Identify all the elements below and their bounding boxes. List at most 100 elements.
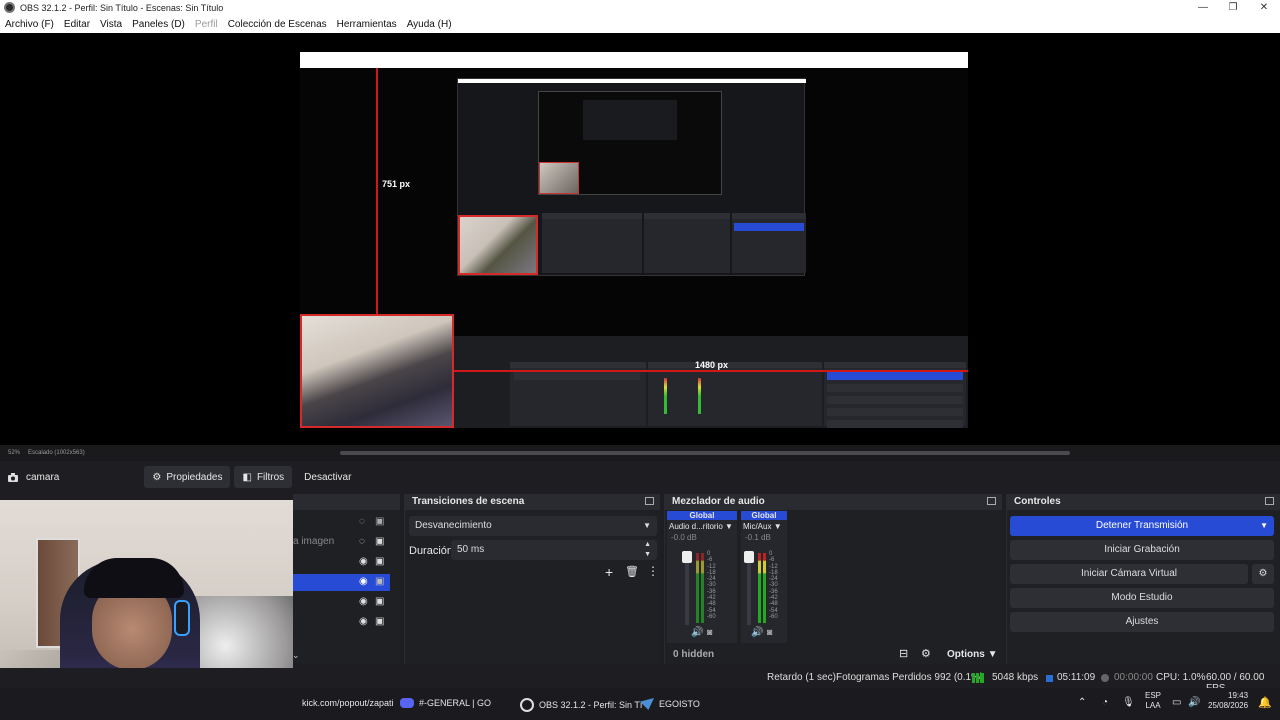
channel-1-badge: Global bbox=[667, 511, 737, 520]
virtual-camera-button[interactable]: Iniciar Cámara Virtual bbox=[1010, 564, 1248, 584]
chevron-down-icon: ▼ bbox=[725, 522, 733, 531]
menu-ayuda[interactable]: Ayuda (H) bbox=[402, 19, 457, 30]
hidden-eye-icon[interactable]: ◌ bbox=[359, 516, 365, 527]
duration-label: Duración bbox=[409, 545, 454, 557]
options-button[interactable]: Options ▼ bbox=[947, 649, 997, 660]
duration-input[interactable]: 50 ms ▲ ▼ bbox=[451, 540, 657, 560]
headphones-icon[interactable]: ◙ bbox=[767, 627, 772, 637]
nested-cam-source bbox=[458, 215, 538, 275]
channel-2-name[interactable]: Mic/Aux ▼ bbox=[741, 520, 787, 533]
stream-time: 05:11:09 bbox=[1057, 672, 1096, 683]
undock-icon[interactable] bbox=[987, 497, 996, 505]
language-indicator[interactable]: ESP LAA bbox=[1145, 691, 1161, 711]
lock-icon-3[interactable]: ▣ bbox=[375, 556, 384, 567]
source-name: camara bbox=[26, 471, 60, 483]
transition-select[interactable]: Desvanecimiento ▼ bbox=[409, 516, 657, 536]
menu-herramientas[interactable]: Herramientas bbox=[332, 19, 402, 30]
clock[interactable]: 19:43 25/08/2026 bbox=[1208, 691, 1248, 711]
duration-value: 50 ms bbox=[457, 544, 485, 555]
nested-deep-cam bbox=[539, 162, 579, 194]
source-item-partial[interactable]: a imagen bbox=[293, 536, 334, 547]
eye-icon-6[interactable]: ◉ bbox=[359, 616, 368, 627]
preview-canvas[interactable]: 751 px 1480 px bbox=[300, 52, 968, 428]
menu-archivo[interactable]: Archivo (F) bbox=[0, 19, 59, 30]
studio-mode-button[interactable]: Modo Estudio bbox=[1010, 588, 1274, 608]
filters-button[interactable]: ◧ Filtros bbox=[234, 466, 293, 488]
speaker-icon[interactable]: 🔊 bbox=[751, 627, 763, 638]
chevron-down-icon[interactable]: ▼ bbox=[1260, 516, 1268, 536]
lock-icon-6[interactable]: ▣ bbox=[375, 616, 384, 627]
eye-icon-3[interactable]: ◉ bbox=[359, 556, 368, 567]
channel-1-slider-handle[interactable] bbox=[682, 551, 692, 563]
stop-stream-button[interactable]: Detener Transmisión ▼ bbox=[1010, 516, 1274, 536]
menu-perfil[interactable]: Perfil bbox=[190, 19, 223, 30]
hidden-eye-icon-2[interactable]: ◌ bbox=[359, 536, 365, 547]
channel-1-name[interactable]: Audio d...ritorio ▼ bbox=[667, 520, 737, 533]
channel-2-slider-handle[interactable] bbox=[744, 551, 754, 563]
channel-1-scale: 0 -6 -12 -18 -24 -30 -36 -42 -48 -54 -60 bbox=[707, 551, 721, 620]
trash-icon[interactable]: 🗑 bbox=[625, 565, 639, 578]
link-gear-icon[interactable]: ⚙ bbox=[921, 647, 931, 660]
close-button[interactable]: ✕ bbox=[1249, 0, 1279, 15]
deactivate-button[interactable]: Desactivar bbox=[296, 466, 359, 488]
gear-icon: ⚙ bbox=[152, 471, 162, 483]
volume-icon[interactable]: 🔊 bbox=[1188, 697, 1200, 708]
chevron-up-icon[interactable]: ⌃ bbox=[1078, 697, 1086, 708]
maximize-button[interactable]: ❐ bbox=[1218, 0, 1248, 15]
hidden-count[interactable]: 0 hidden bbox=[673, 649, 714, 660]
add-icon[interactable]: + bbox=[605, 564, 613, 580]
nested-dock-rec bbox=[827, 384, 963, 392]
notification-icon[interactable]: 🔔 bbox=[1258, 696, 1272, 709]
chevron-down-icon: ▼ bbox=[987, 649, 998, 660]
channel-2-slider-track[interactable] bbox=[747, 555, 751, 625]
channel-1-meter-left bbox=[696, 553, 699, 623]
source-toolbar: camara ⚙ Propiedades ◧ Filtros Desactiva… bbox=[0, 464, 1280, 490]
taskbar-obs[interactable]: OBS 32.1.2 - Perfil: Sin Tí bbox=[520, 698, 642, 712]
channel-1-slider-track[interactable] bbox=[685, 555, 689, 625]
layout-icon[interactable]: ⊟ bbox=[899, 647, 908, 660]
preview-scrollbar[interactable] bbox=[0, 445, 1280, 461]
virtual-camera-settings-button[interactable]: ⚙ bbox=[1252, 564, 1274, 584]
camera-source-selected[interactable] bbox=[300, 314, 454, 428]
lock-icon-5[interactable]: ▣ bbox=[375, 596, 384, 607]
chevron-down-icon[interactable]: ⌄ bbox=[292, 650, 300, 661]
speaker-icon[interactable]: 🔊 bbox=[691, 627, 703, 638]
nested-stop-button bbox=[734, 223, 804, 231]
microphone-icon[interactable]: 🎙 bbox=[1122, 697, 1135, 708]
start-recording-button[interactable]: Iniciar Grabación bbox=[1010, 540, 1274, 560]
eye-icon-4[interactable]: ◉ bbox=[359, 576, 368, 587]
undock-icon[interactable] bbox=[1265, 497, 1274, 505]
sources-dock-header bbox=[293, 494, 400, 510]
nested-window-titlebar bbox=[300, 52, 968, 60]
audio-channel-2: Global Mic/Aux ▼ -0.1 dB 0 -6 -12 -18 -24 -30… bbox=[741, 511, 787, 643]
menu-coleccion[interactable]: Colección de Escenas bbox=[223, 19, 332, 30]
lock-icon-4[interactable]: ▣ bbox=[375, 576, 384, 587]
delay-status: Retardo (1 sec) bbox=[767, 672, 836, 683]
settings-button[interactable]: Ajustes bbox=[1010, 612, 1274, 632]
menu-paneles[interactable]: Paneles (D) bbox=[127, 19, 190, 30]
menu-editar[interactable]: Editar bbox=[59, 19, 95, 30]
lock-icon-2[interactable]: ▣ bbox=[375, 536, 384, 547]
record-time: 00:00:00 bbox=[1114, 672, 1153, 683]
spin-icon[interactable]: ▲ ▼ bbox=[644, 540, 651, 560]
transitions-title-text: Transiciones de escena bbox=[412, 496, 525, 507]
tray-icon[interactable]: ◔ bbox=[1102, 697, 1108, 708]
properties-button[interactable]: ⚙ Propiedades bbox=[144, 466, 231, 488]
transitions-dock: Transiciones de escena Desvanecimiento ▼… bbox=[404, 494, 660, 664]
preview-scrollbar-thumb[interactable] bbox=[340, 451, 1070, 455]
monitor-icon[interactable]: ▭ bbox=[1172, 697, 1181, 708]
taskbar-steam[interactable]: EGOISTO bbox=[640, 698, 700, 710]
taskbar-obs-label: OBS 32.1.2 - Perfil: Sin Tí bbox=[539, 700, 643, 710]
undock-icon[interactable] bbox=[645, 497, 654, 505]
taskbar-kick[interactable]: kick.com/popout/zapati bbox=[302, 698, 394, 708]
lock-icon[interactable]: ▣ bbox=[375, 516, 384, 527]
headphones-icon[interactable]: ◙ bbox=[707, 627, 712, 637]
more-icon[interactable]: ⋮ bbox=[647, 564, 659, 578]
minimize-button[interactable]: — bbox=[1188, 0, 1218, 15]
menu-vista[interactable]: Vista bbox=[95, 19, 127, 30]
taskbar-discord[interactable]: #-GENERAL | GO bbox=[400, 698, 491, 708]
zoom-level[interactable]: 52% bbox=[8, 450, 20, 456]
obs-icon bbox=[520, 698, 534, 712]
nested-obs-window bbox=[457, 78, 806, 276]
eye-icon-5[interactable]: ◉ bbox=[359, 596, 368, 607]
